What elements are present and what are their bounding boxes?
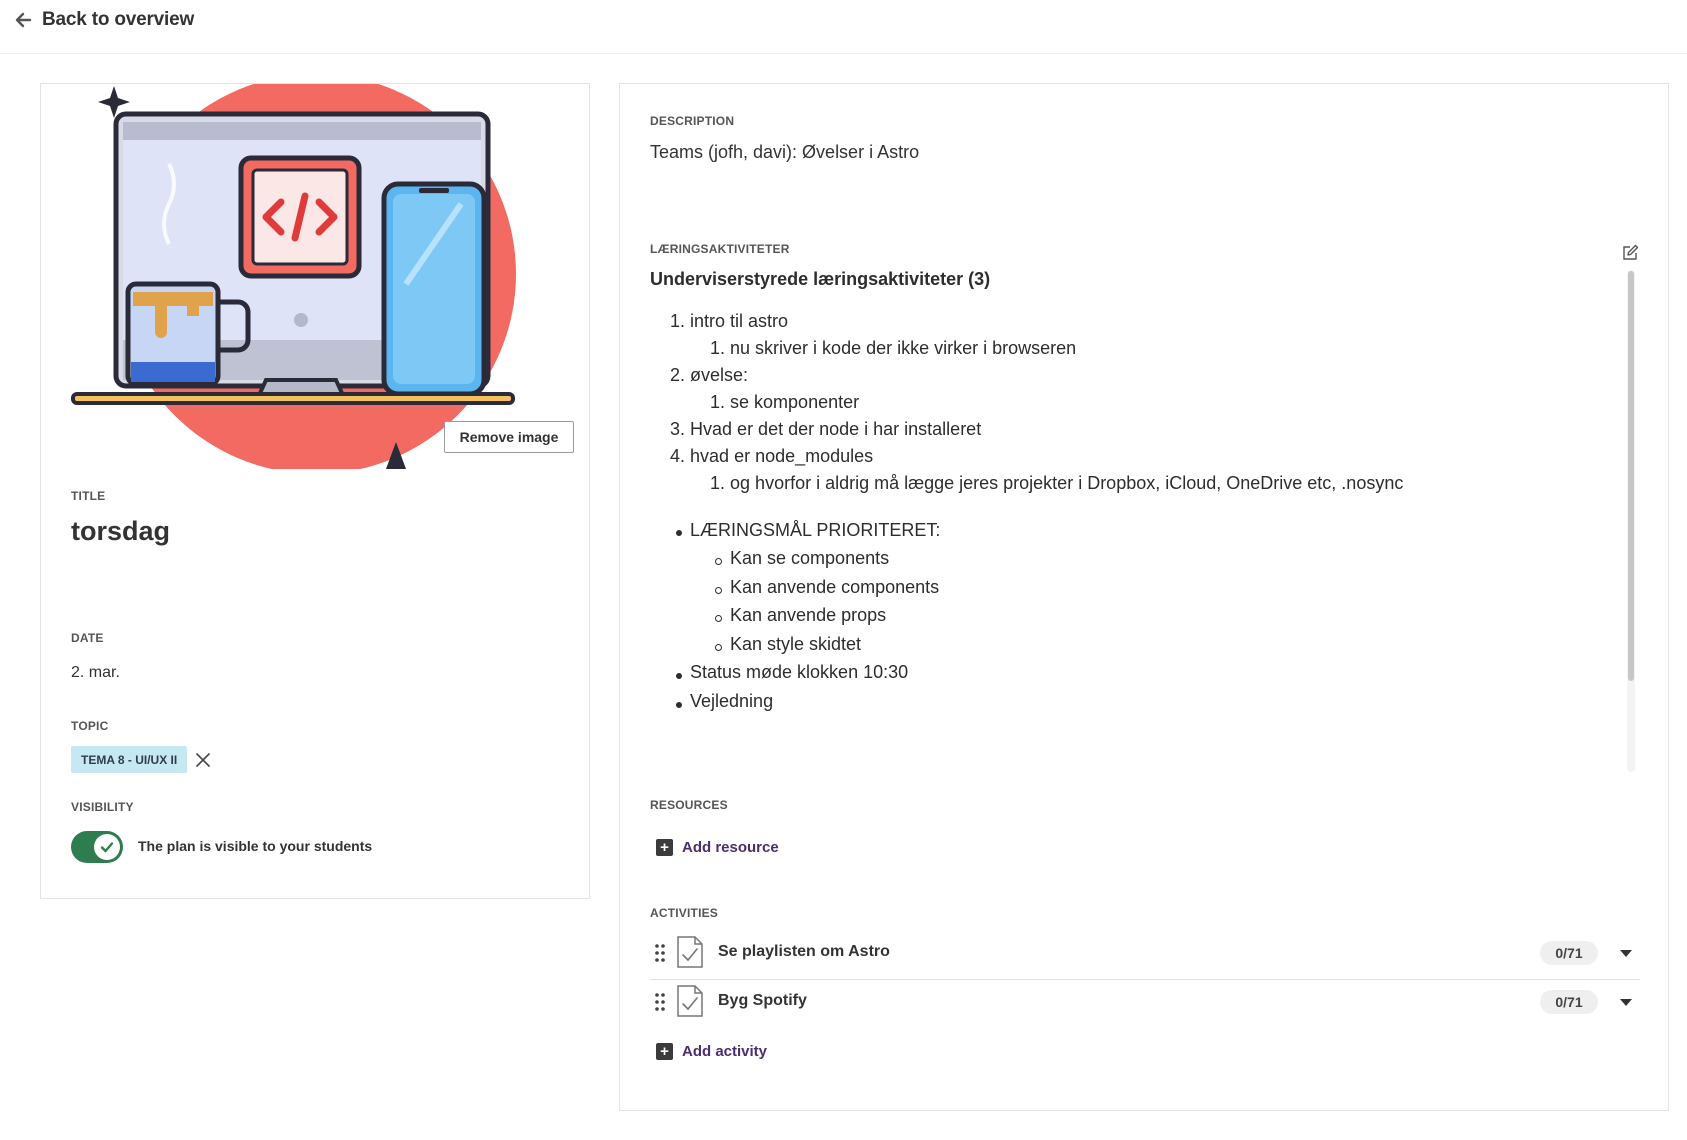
add-activity-link[interactable]: + Add activity (656, 1043, 767, 1060)
topic-label: TOPIC (71, 719, 109, 733)
bullet-dot (676, 530, 682, 536)
sub-bullet-item: Kan anvende props (730, 605, 887, 625)
computer-illustration (71, 84, 516, 469)
activity-name[interactable]: Byg Spotify (718, 992, 807, 1010)
plus-icon: + (656, 1043, 673, 1060)
learning-activities-heading: Underviserstyrede læringsaktiviteter (3) (650, 269, 991, 289)
bullet-item: Vejledning (690, 691, 774, 711)
activity-name[interactable]: Se playlisten om Astro (718, 943, 890, 961)
chevron-down-icon[interactable] (1618, 945, 1634, 961)
activity-row[interactable]: Se playlisten om Astro 0/71 (650, 929, 1640, 977)
add-resource-link[interactable]: + Add resource (656, 839, 779, 856)
sub-bullet-item: Kan anvende components (730, 577, 940, 597)
assignment-icon (677, 985, 703, 1017)
activity-count-badge: 0/71 (1540, 941, 1598, 965)
description-label: DESCRIPTION (650, 114, 735, 128)
add-activity-label: Add activity (682, 1043, 768, 1060)
circle-bullet (715, 587, 722, 594)
description-text[interactable]: Teams (jofh, davi): Øvelser i Astro (650, 142, 919, 163)
bullet-dot (676, 673, 682, 679)
visibility-text: The plan is visible to your students (138, 838, 373, 854)
visibility-toggle[interactable] (71, 831, 123, 863)
plan-date[interactable]: 2. mar. (71, 664, 120, 682)
ordered-item: 3. Hvad er det der node i har installere… (670, 419, 982, 439)
title-label: TITLE (71, 489, 106, 503)
activity-row[interactable]: Byg Spotify 0/71 (650, 978, 1640, 1026)
learning-activities-label: LÆRINGSAKTIVITETER (650, 242, 790, 256)
activity-count-badge: 0/71 (1540, 990, 1598, 1014)
ordered-subitem: 1. nu skriver i kode der ikke virker i b… (710, 338, 1077, 358)
assignment-icon (677, 936, 703, 968)
ordered-item: 4. hvad er node_modules (670, 446, 874, 466)
visibility-label: VISIBILITY (71, 800, 134, 814)
activities-label: ACTIVITIES (650, 906, 719, 920)
ordered-item: 2. øvelse: (670, 365, 749, 385)
remove-topic-icon[interactable] (194, 751, 212, 769)
sub-bullet-item: Kan style skidtet (730, 634, 862, 654)
circle-bullet (715, 558, 722, 565)
plus-icon: + (656, 839, 673, 856)
ordered-subitem: 1. se komponenter (710, 392, 860, 412)
drag-handle-icon[interactable] (654, 943, 666, 963)
arrow-left-icon (15, 12, 32, 28)
top-bar: Back to overview (0, 0, 1687, 54)
bullet-dot (676, 702, 682, 708)
date-label: DATE (71, 631, 104, 645)
topic-chip[interactable]: TEMA 8 - UI/UX II (71, 746, 188, 773)
plan-cover-image: Remove image (41, 84, 589, 469)
back-to-overview-link[interactable]: Back to overview (14, 9, 194, 31)
check-icon (100, 842, 114, 853)
scrollbar-thumb[interactable] (1628, 271, 1634, 681)
drag-handle-icon[interactable] (654, 992, 666, 1012)
chevron-down-icon[interactable] (1618, 994, 1634, 1010)
ordered-item: 1. intro til astro (670, 311, 789, 331)
plan-details-card: Remove image TITLE torsdag DATE 2. mar. … (40, 83, 590, 899)
plan-title[interactable]: torsdag (71, 516, 170, 547)
circle-bullet (715, 615, 722, 622)
resources-label: RESOURCES (650, 798, 728, 812)
bullet-item: LÆRINGSMÅL PRIORITERET: (690, 520, 941, 540)
back-link-label: Back to overview (42, 9, 195, 30)
plan-content-card: DESCRIPTION Teams (jofh, davi): Øvelser … (619, 83, 1669, 1111)
sub-bullet-item: Kan se components (730, 548, 890, 568)
toggle-knob (94, 834, 120, 860)
remove-image-button[interactable]: Remove image (444, 421, 574, 453)
edit-icon[interactable] (1621, 244, 1639, 262)
ordered-subitem: 1. og hvorfor i aldrig må lægge jeres pr… (710, 473, 1404, 493)
bullet-item: Status møde klokken 10:30 (690, 662, 909, 682)
circle-bullet (715, 644, 722, 651)
add-resource-label: Add resource (682, 839, 779, 856)
